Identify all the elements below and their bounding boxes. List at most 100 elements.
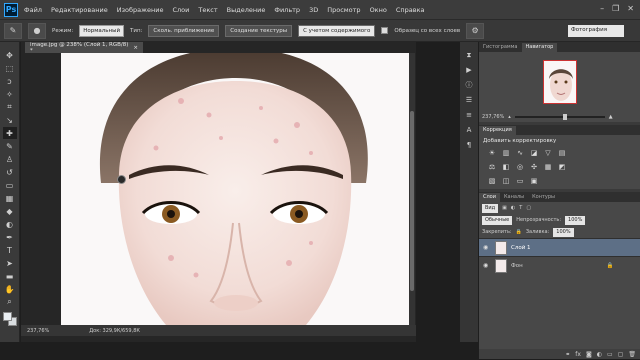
mode-select[interactable]: Нормальный [79,24,125,37]
type-tool-icon[interactable]: T [3,244,17,256]
new-layer-icon[interactable]: ▢ [618,351,624,358]
menu-help[interactable]: Справка [396,6,425,14]
quick-select-tool-icon[interactable]: ✧ [3,88,17,100]
posterize-icon[interactable]: ▧ [487,177,497,186]
visibility-eye-icon[interactable]: ◉ [483,262,491,269]
minimize-icon[interactable]: – [600,4,604,13]
navigator-zoom-value[interactable]: 237,76% [482,114,504,120]
visibility-eye-icon[interactable]: ◉ [483,244,491,251]
tab-paths[interactable]: Контуры [528,193,559,202]
menu-window[interactable]: Окно [370,6,387,14]
sample-all-layers-checkbox[interactable] [381,27,389,34]
clone-stamp-tool-icon[interactable]: ♙ [3,153,17,165]
menu-file[interactable]: Файл [24,6,42,14]
foreground-color-swatch[interactable] [3,312,12,321]
play-actions-icon[interactable]: ▶ [463,64,475,76]
healing-brush-tool-icon[interactable]: ✚ [2,127,17,139]
lock-icon[interactable]: 🔒 [516,229,522,235]
gradient-map-icon[interactable]: ▭ [515,177,525,186]
filter-pixel-icon[interactable]: ▣ [502,205,507,211]
link-layers-icon[interactable]: ⚭ [565,351,570,358]
filter-adjust-icon[interactable]: ◐ [511,205,515,211]
trash-icon[interactable]: 🗑 [628,351,636,358]
blur-tool-icon[interactable]: ◆ [3,205,17,217]
document-tab[interactable]: image.jpg @ 238% (Слой 1, RGB/8) * × [25,42,143,54]
shape-tool-icon[interactable]: ▬ [3,270,17,282]
restore-icon[interactable]: ❐ [612,4,619,13]
brush-tool-icon[interactable]: ✎ [3,140,17,152]
tab-histogram[interactable]: Гистограмма [479,43,522,52]
new-group-icon[interactable]: ▭ [607,351,613,358]
brush-size-picker[interactable]: ● [28,22,46,39]
info-icon[interactable]: ⓘ [463,79,475,91]
pressure-icon[interactable]: ⚙ [466,22,485,39]
hand-tool-icon[interactable]: ✋ [3,283,17,295]
layer-row[interactable]: ◉ Слой 1 [479,238,640,256]
create-texture-button[interactable]: Создание текстуры [225,24,293,37]
layer-kind-select[interactable]: Вид [482,203,499,213]
healing-brush-preset-icon[interactable]: ✎ [4,22,22,39]
proximity-match-button[interactable]: Сколь. приближение [148,24,220,37]
crop-tool-icon[interactable]: ⌗ [3,101,17,113]
tab-navigator[interactable]: Навигатор [521,43,558,52]
filter-type-icon[interactable]: T [519,205,522,211]
move-tool-icon[interactable]: ✥ [3,49,17,61]
tab-layers[interactable]: Слои [479,193,500,202]
vibrance-icon[interactable]: ▽ [543,149,553,158]
layer-style-icon[interactable]: fx [575,351,581,358]
curves-icon[interactable]: ∿ [515,149,525,158]
layer-row[interactable]: ◉ Фон 🔒 [479,256,640,274]
gradient-tool-icon[interactable]: ▦ [3,192,17,204]
navigator-preview[interactable] [479,52,640,112]
properties-icon[interactable]: ☰ [463,94,475,106]
history-icon[interactable]: ⧗ [463,49,475,61]
blend-mode-select[interactable]: Обычные [482,215,513,225]
character-icon[interactable]: A [463,124,475,136]
exposure-icon[interactable]: ◪ [529,149,539,158]
brightness-icon[interactable]: ☀ [487,149,497,158]
new-adjustment-icon[interactable]: ◐ [597,351,602,358]
menu-layers[interactable]: Слои [172,6,189,14]
channel-mixer-icon[interactable]: ✣ [529,163,539,172]
eyedropper-tool-icon[interactable]: ↘ [3,114,17,126]
color-lookup-icon[interactable]: ▦ [543,163,553,172]
color-balance-icon[interactable]: ⚖ [487,163,497,172]
close-icon[interactable]: × [133,45,138,51]
menu-type[interactable]: Текст [198,6,217,14]
fill-input[interactable]: 100% [553,227,574,237]
menu-filter[interactable]: Фильтр [274,6,300,14]
paragraph-icon[interactable]: ¶ [463,139,475,151]
layer-name[interactable]: Фон [511,263,523,269]
image-canvas[interactable] [61,53,409,325]
content-aware-button[interactable]: С учетом содержимого [298,24,376,37]
photo-filter-icon[interactable]: ◎ [515,163,525,172]
threshold-icon[interactable]: ◫ [501,177,511,186]
close-icon[interactable]: ✕ [627,4,634,13]
menu-edit[interactable]: Редактирование [51,6,108,14]
selective-color-icon[interactable]: ▣ [529,177,539,186]
marquee-tool-icon[interactable]: ⬚ [3,62,17,74]
zoom-level[interactable]: 237,76% [27,328,49,334]
menu-3d[interactable]: 3D [309,6,318,14]
adjustments-icon[interactable]: ≡ [463,109,475,121]
layer-name[interactable]: Слой 1 [511,245,531,251]
layer-mask-icon[interactable]: ◙ [586,351,592,358]
hue-saturation-icon[interactable]: ▤ [557,149,567,158]
pen-tool-icon[interactable]: ✒ [3,231,17,243]
vertical-scrollbar[interactable] [409,53,415,325]
zoom-in-icon[interactable]: ▲ [609,114,613,120]
path-select-tool-icon[interactable]: ➤ [3,257,17,269]
zoom-tool-icon[interactable]: ⌕ [3,296,17,308]
lasso-tool-icon[interactable]: ↄ [3,75,17,87]
levels-icon[interactable]: ▥ [501,149,511,158]
zoom-out-icon[interactable]: ▴ [508,114,511,120]
invert-icon[interactable]: ◩ [557,163,567,172]
tab-corrections[interactable]: Коррекция [479,126,516,135]
eraser-tool-icon[interactable]: ▭ [3,179,17,191]
dodge-tool-icon[interactable]: ◐ [3,218,17,230]
tab-channels[interactable]: Каналы [500,193,528,202]
opacity-input[interactable]: 100% [565,215,586,225]
black-white-icon[interactable]: ◧ [501,163,511,172]
menu-image[interactable]: Изображение [117,6,164,14]
navigator-zoom-slider[interactable] [514,114,605,120]
